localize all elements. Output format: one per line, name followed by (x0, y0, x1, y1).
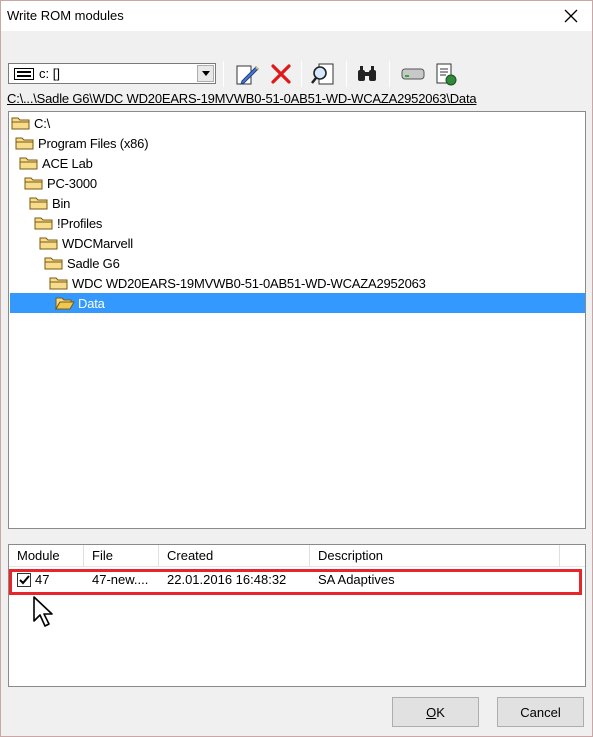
tree-item-label: WDCMarvell (62, 235, 133, 251)
tree-item-label: Bin (52, 195, 71, 211)
folder-icon (34, 217, 53, 230)
properties-button[interactable] (433, 61, 459, 87)
tree-item[interactable]: PC-3000 (24, 173, 97, 193)
tree-item-label: C:\ (34, 115, 51, 131)
find-button[interactable] (354, 61, 380, 87)
properties-doc-icon (436, 63, 457, 86)
mouse-cursor-icon (33, 596, 53, 627)
tree-item-label: !Profiles (57, 215, 103, 231)
drive-small-icon (14, 68, 34, 80)
drive-select-value: c: [] (39, 66, 60, 81)
delete-x-icon (271, 64, 291, 84)
cell-module: 47 (35, 572, 50, 587)
title-bar: Write ROM modules (1, 1, 592, 31)
tree-item[interactable]: Sadle G6 (44, 253, 120, 273)
toolbar-separator (301, 61, 302, 87)
dialog-window: Write ROM modules c: [] C:\...\Sadle G6\… (0, 0, 593, 737)
list-header: Module File Created Description (9, 545, 585, 567)
dialog-title: Write ROM modules (7, 8, 124, 23)
checkmark-icon (18, 575, 30, 585)
tree-item-label: Sadle G6 (67, 255, 120, 271)
toolbar-separator (389, 61, 390, 87)
chevron-down-icon (201, 71, 210, 76)
tree-item-label: PC-3000 (47, 175, 97, 191)
edit-button[interactable] (234, 61, 260, 87)
drive-select[interactable]: c: [] (8, 63, 216, 84)
cell-created: 22.01.2016 16:48:32 (167, 572, 287, 587)
delete-button[interactable] (268, 61, 294, 87)
toolbar-separator (346, 61, 347, 87)
folder-icon (39, 237, 58, 250)
folder-icon (49, 277, 68, 290)
column-header-file[interactable]: File (84, 545, 159, 567)
search-button[interactable] (310, 61, 336, 87)
tree-item[interactable]: Data (10, 293, 585, 313)
current-path: C:\...\Sadle G6\WDC WD20EARS-19MVWB0-51-… (7, 91, 477, 106)
module-list[interactable]: Module File Created Description 47 47-ne… (8, 544, 586, 687)
tree-item-label: WDC WD20EARS-19MVWB0-51-0AB51-WD-WCAZA29… (72, 275, 426, 291)
drive-dropdown-button[interactable] (197, 65, 214, 82)
cell-description: SA Adaptives (318, 572, 395, 587)
column-header-description[interactable]: Description (310, 545, 560, 567)
tree-item[interactable]: Program Files (x86) (15, 133, 149, 153)
toolbar-separator (223, 61, 224, 87)
tree-item-label: Data (78, 295, 105, 311)
cell-file: 47-new.... (92, 572, 149, 587)
cancel-button[interactable]: Cancel (497, 697, 584, 727)
folder-icon (29, 197, 48, 210)
table-row[interactable]: 47 47-new.... 22.01.2016 16:48:32 SA Ada… (11, 570, 583, 592)
tree-item[interactable]: WDC WD20EARS-19MVWB0-51-0AB51-WD-WCAZA29… (49, 273, 426, 293)
tree-item[interactable]: !Profiles (34, 213, 102, 233)
close-button[interactable] (556, 3, 586, 29)
column-header-module[interactable]: Module (9, 545, 84, 567)
ok-button[interactable]: OK (392, 697, 479, 727)
folder-icon (11, 117, 30, 130)
module-checkbox[interactable] (17, 573, 31, 587)
ok-accelerator: O (426, 704, 437, 720)
folder-icon (44, 257, 63, 270)
tree-item[interactable]: WDCMarvell (39, 233, 133, 253)
close-icon (564, 9, 578, 23)
tree-item[interactable]: Bin (29, 193, 70, 213)
binoculars-icon (358, 66, 376, 81)
column-header-created[interactable]: Created (159, 545, 310, 567)
tree-item-label: Program Files (x86) (38, 135, 149, 151)
folder-icon (55, 297, 75, 311)
drive-icon (401, 68, 425, 80)
tree-item[interactable]: ACE Lab (19, 153, 93, 173)
edit-pencil-icon (236, 65, 259, 85)
tree-item[interactable]: C:\ (11, 113, 50, 133)
folder-icon (19, 157, 38, 170)
folder-tree[interactable]: C:\ Program Files (x86) ACE Lab PC-3000 Bin!… (8, 111, 586, 529)
tree-item-label: ACE Lab (42, 155, 93, 171)
folder-icon (24, 177, 43, 190)
drive-button[interactable] (400, 61, 426, 87)
folder-icon (15, 137, 34, 150)
ok-label: K (436, 704, 445, 720)
search-doc-icon (311, 63, 334, 85)
